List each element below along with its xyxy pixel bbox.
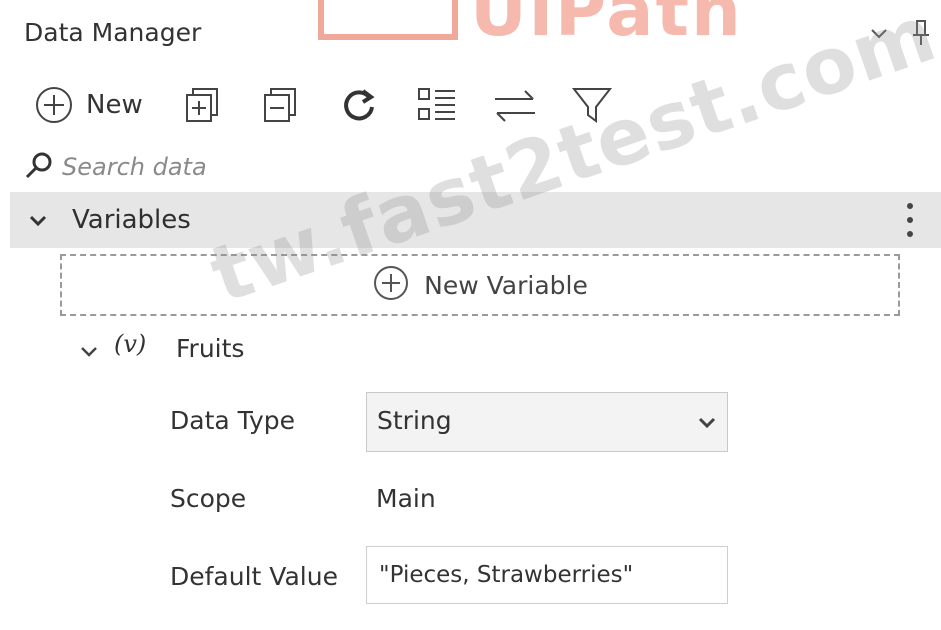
search-icon bbox=[24, 150, 54, 180]
scope-label: Scope bbox=[170, 484, 247, 513]
default-value-label: Default Value bbox=[170, 562, 338, 591]
filter-icon[interactable] bbox=[568, 78, 616, 132]
default-value-field[interactable] bbox=[366, 546, 728, 604]
pin-icon[interactable] bbox=[908, 18, 934, 48]
variable-name: Fruits bbox=[176, 334, 245, 363]
group-title: Variables bbox=[72, 205, 191, 235]
panel-titlebar: Data Manager bbox=[0, 0, 941, 72]
collapse-all-icon[interactable] bbox=[258, 78, 304, 132]
expand-all-icon[interactable] bbox=[180, 78, 226, 132]
data-type-label: Data Type bbox=[170, 406, 296, 435]
search-input[interactable] bbox=[62, 148, 462, 186]
variable-item[interactable]: (v) Fruits bbox=[70, 326, 670, 372]
panel-title: Data Manager bbox=[24, 18, 202, 47]
chevron-down-icon[interactable] bbox=[78, 340, 100, 362]
new-button[interactable]: New bbox=[34, 78, 152, 132]
variable-icon: (v) bbox=[114, 330, 147, 358]
add-circle-icon bbox=[34, 85, 74, 125]
variables-group-header[interactable]: Variables bbox=[10, 192, 941, 248]
search-bar bbox=[0, 144, 941, 190]
sort-icon[interactable] bbox=[490, 78, 540, 132]
list-view-icon[interactable] bbox=[412, 78, 462, 132]
chevron-down-icon[interactable] bbox=[866, 20, 892, 46]
add-circle-icon bbox=[372, 264, 410, 306]
new-variable-label: New Variable bbox=[424, 270, 588, 300]
more-options-icon[interactable] bbox=[898, 200, 922, 242]
chevron-down-icon bbox=[697, 413, 717, 433]
new-variable-button[interactable]: New Variable bbox=[60, 254, 900, 316]
data-type-select[interactable]: String bbox=[366, 392, 728, 452]
scope-value: Main bbox=[376, 484, 436, 513]
toolbar: New bbox=[0, 78, 941, 134]
new-button-label: New bbox=[86, 90, 143, 120]
data-type-value: String bbox=[377, 406, 452, 435]
refresh-icon[interactable] bbox=[336, 78, 382, 132]
chevron-down-icon[interactable] bbox=[26, 208, 50, 232]
